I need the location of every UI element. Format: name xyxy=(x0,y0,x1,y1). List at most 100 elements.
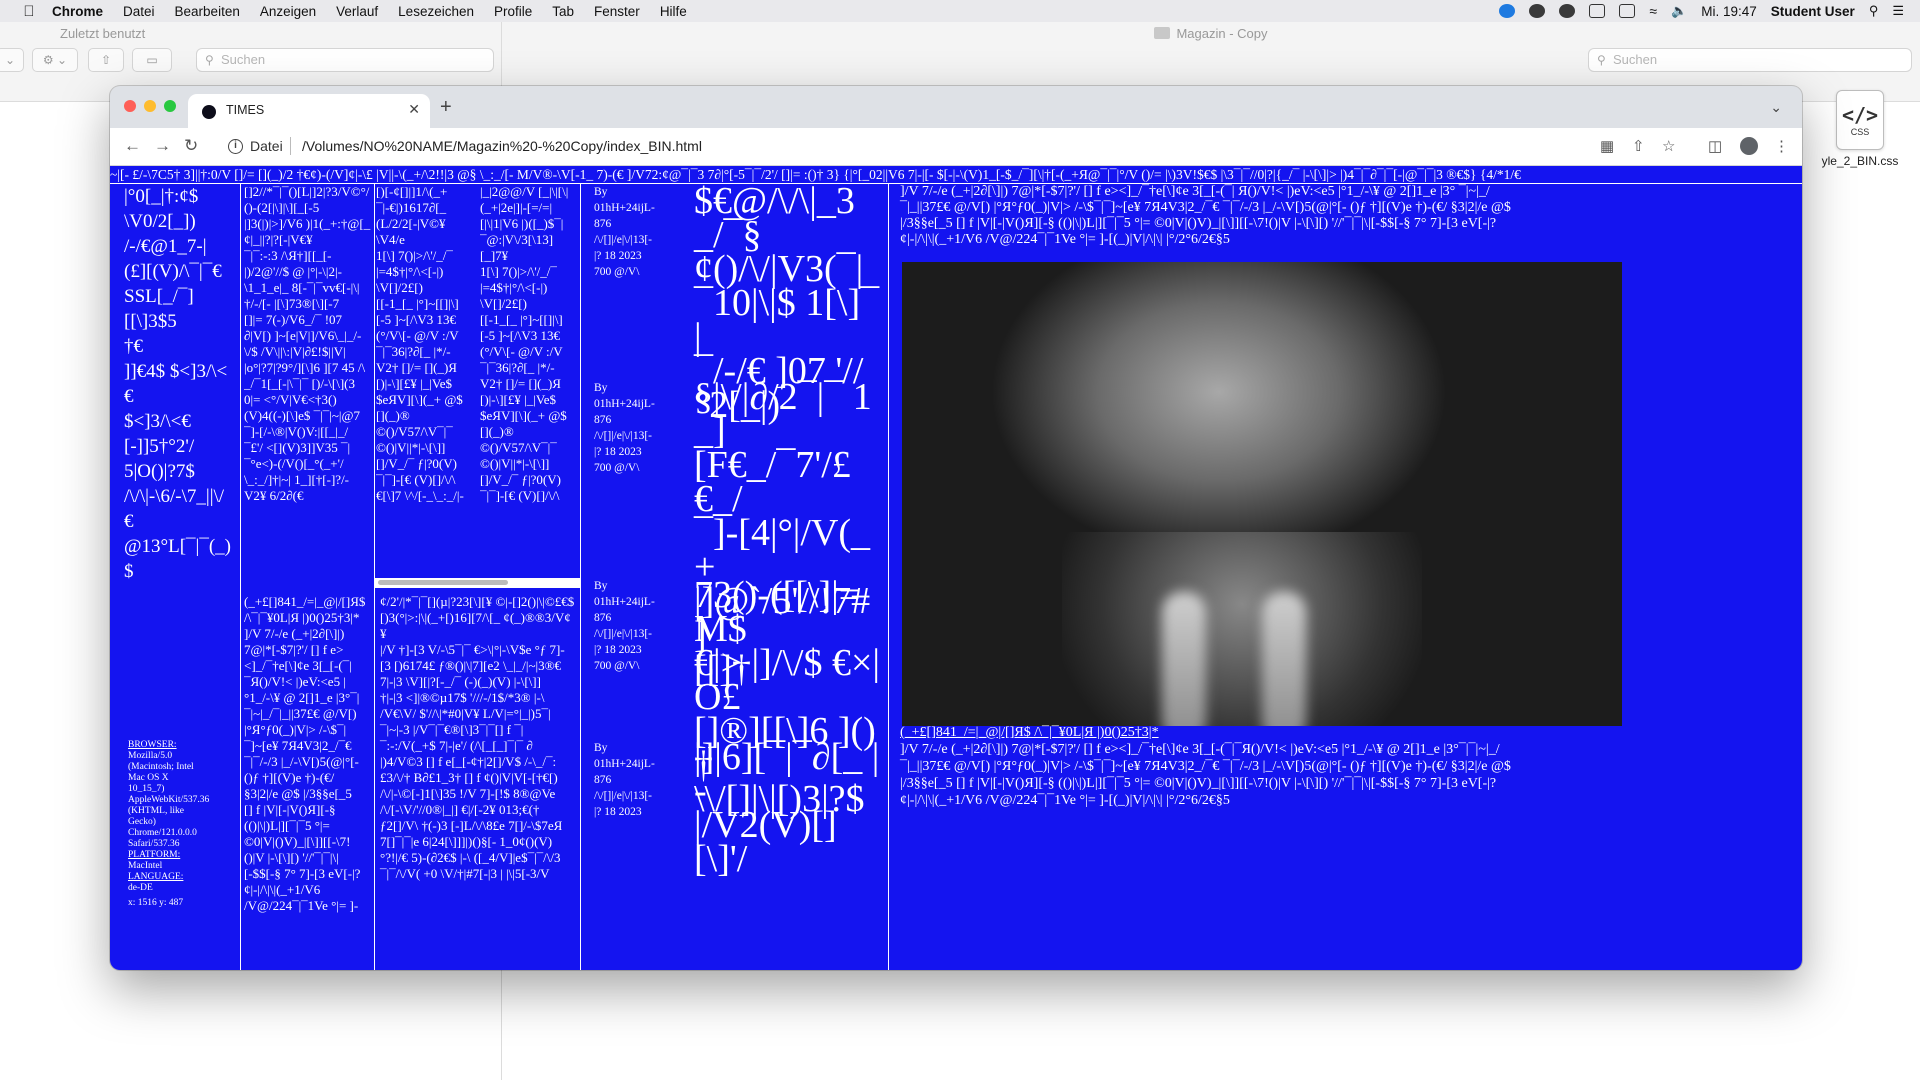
language-label: LANGUAGE: xyxy=(128,872,184,882)
finder-search-right[interactable]: ⚲ Suchen xyxy=(1588,48,1912,72)
menu-profile[interactable]: Profile xyxy=(484,4,542,19)
search-icon: ⚲ xyxy=(205,53,214,67)
column-divider xyxy=(888,184,889,970)
minimize-window-button[interactable] xyxy=(144,100,156,112)
menu-datei[interactable]: Datei xyxy=(113,4,165,19)
feed-subcolumn-b: |_|2@@/V [_|\|[\| (_+|2e|]|-[=/=| [|\|1|… xyxy=(480,184,569,503)
translate-icon[interactable]: ▦ xyxy=(1600,137,1614,155)
page-viewport: ~|[- £/-\7C5† 3]||†:0/V []/= [](_)/2 †€¢… xyxy=(110,166,1802,970)
column-articles: []2//*¯|¯()[L|]2|?3/V©°/ ()-(2[|\]|\][_[… xyxy=(244,184,374,970)
column-feed: [)[-¢[]|]1/\(_+ ¯|-€|)1617∂[_ (L/2/2[-|V… xyxy=(374,184,580,970)
column-divider xyxy=(240,184,241,970)
platform-label: PLATFORM: xyxy=(128,850,181,860)
story-byline: By 01hH+24ijL- 876 /\/[]|/e|\/|13[- |? 1… xyxy=(594,186,655,278)
browser-info-panel: BROWSER: Mozilla/5.0 (Macintosh; Intel M… xyxy=(128,740,210,909)
search-placeholder: Suchen xyxy=(221,52,266,67)
toolbar: ← → ↻ i Datei /Volumes/NO%20NAME/Magazin… xyxy=(110,128,1802,166)
close-tab-icon[interactable]: ✕ xyxy=(408,101,420,118)
side-panel-icon[interactable]: ◫ xyxy=(1708,137,1722,155)
story-byline: By 01hH+24ijL- 876 /\/[]|/e|\/|13[- |? 1… xyxy=(594,580,655,672)
search-placeholder: Suchen xyxy=(1613,52,1658,67)
gear-icon[interactable]: ⚙ ⌄ xyxy=(32,48,78,72)
creative-cloud-icon[interactable] xyxy=(1559,4,1576,18)
menu-tab[interactable]: Tab xyxy=(542,4,584,19)
photo-figure xyxy=(1062,532,1422,726)
browser-value: Mozilla/5.0 (Macintosh; Intel Mac OS X 1… xyxy=(128,751,210,849)
chrome-window: TIMES ✕ + ⌄ ← → ↻ i Datei /Volumes/NO%20… xyxy=(110,86,1802,970)
css-file-name: yle_2_BIN.css xyxy=(1821,154,1899,168)
horizontal-scrollbar[interactable] xyxy=(374,578,580,588)
zoom-window-button[interactable] xyxy=(164,100,176,112)
spotlight-icon[interactable]: ⚲ xyxy=(1869,3,1879,19)
volume-icon[interactable]: 🔈 xyxy=(1671,3,1687,19)
menu-hilfe[interactable]: Hilfe xyxy=(650,4,697,19)
caption-body: ]/V 7/-/e (_+|2∂[\]|) 7@|*[-$7|?'/ [] f … xyxy=(900,742,1511,808)
finder-search-left[interactable]: ⚲ Suchen xyxy=(196,48,494,72)
tab-search-icon[interactable]: ⌄ xyxy=(1770,99,1782,116)
share-icon[interactable]: ⇧ xyxy=(1632,137,1645,155)
menu-anzeigen[interactable]: Anzeigen xyxy=(250,4,326,19)
menu-bar:  Chrome Datei Bearbeiten Anzeigen Verla… xyxy=(0,0,1920,22)
wifi-icon[interactable]: ≈ xyxy=(1649,3,1657,19)
story-headline[interactable]: |]|6][¯|¯∂[_ |- |/V2(V)[][\]'/ xyxy=(694,738,880,878)
css-file-icon: </> CSS xyxy=(1836,90,1884,150)
view-options-button[interactable]: ⌄ xyxy=(0,48,24,72)
photo-leg-left xyxy=(1162,592,1206,726)
caption-title[interactable]: (_+£[]841_/=|_@|/[]Я$ /\¯|¯¥0L|Я |)0()25… xyxy=(900,724,1800,741)
language-value: de-DE xyxy=(128,883,153,893)
articles-bottom-text: (_+£[]841_/=|_@|/[]Я$ /\¯|¯¥0L|Я |)0()25… xyxy=(244,594,366,913)
photo-caption: (_+£[]841_/=|_@|/[]Я$ /\¯|¯¥0L|Я |)0()25… xyxy=(900,724,1800,809)
menubar-clock[interactable]: Mi. 19:47 xyxy=(1701,4,1757,19)
back-icon[interactable]: ← xyxy=(124,136,141,156)
tag-icon[interactable]: ▭ xyxy=(132,48,172,72)
forward-icon[interactable]: → xyxy=(154,136,171,156)
finder-title-text: Magazin - Copy xyxy=(1176,26,1268,41)
scrollbar-thumb[interactable] xyxy=(378,580,508,585)
column-stories: By 01hH+24ijL- 876 /\/[]|/e|\/|13[- |? 1… xyxy=(580,184,880,970)
profile-avatar-icon[interactable] xyxy=(1740,137,1758,155)
printer-icon[interactable] xyxy=(1589,4,1606,18)
url-separator xyxy=(290,137,291,155)
menu-fenster[interactable]: Fenster xyxy=(584,4,650,19)
column-feature: ]/V 7/-/e (_+|2∂[\]|) 7@|*[-$7|?'/ [] f … xyxy=(892,184,1802,970)
menu-app-name[interactable]: Chrome xyxy=(42,4,113,19)
photo-leg-right xyxy=(1262,592,1306,726)
search-icon: ⚲ xyxy=(1597,53,1606,67)
share-icon[interactable]: ⇧ xyxy=(88,48,124,72)
url-scheme[interactable]: Datei xyxy=(250,138,283,154)
address-bar[interactable]: /Volumes/NO%20NAME/Magazin%20-%20Copy/in… xyxy=(302,138,702,154)
feed-subcolumn-a: [)[-¢[]|]1/\(_+ ¯|-€|)1617∂[_ (L/2/2[-|V… xyxy=(376,184,464,503)
sync-status-icon[interactable] xyxy=(1499,4,1516,18)
feature-intro-text: ]/V 7/-/e (_+|2∂[\]|) 7@|*[-$7|?'/ [] f … xyxy=(900,184,1511,247)
menu-verlauf[interactable]: Verlauf xyxy=(326,4,388,19)
menubar-user[interactable]: Student User xyxy=(1771,4,1855,19)
tab-times[interactable]: TIMES ✕ xyxy=(188,94,430,128)
control-center-icon[interactable]: ☰ xyxy=(1892,3,1904,19)
bookmark-star-icon[interactable]: ☆ xyxy=(1662,137,1675,155)
display-icon[interactable] xyxy=(1619,4,1636,18)
code-icon: </> xyxy=(1841,103,1879,127)
app-status-icon[interactable] xyxy=(1529,4,1546,18)
file-ext: CSS xyxy=(1850,127,1870,137)
menu-bearbeiten[interactable]: Bearbeiten xyxy=(165,4,250,19)
new-tab-button[interactable]: + xyxy=(440,96,452,119)
recent-label: Zuletzt benutzt xyxy=(60,26,146,41)
articles-top-text: []2//*¯|¯()[L|]2|?3/V©°/ ()-(2[|\]|\][_[… xyxy=(244,184,371,503)
apple-menu-icon[interactable]:  xyxy=(16,3,42,20)
css-file-item[interactable]: </> CSS yle_2_BIN.css xyxy=(1808,90,1912,168)
feature-photo[interactable] xyxy=(902,262,1622,726)
browser-label: BROWSER: xyxy=(128,740,177,750)
reload-icon[interactable]: ↻ xyxy=(184,136,198,156)
close-window-button[interactable] xyxy=(124,100,136,112)
more-menu-icon[interactable]: ⋮ xyxy=(1774,137,1789,155)
tab-strip: TIMES ✕ + ⌄ xyxy=(110,86,1802,128)
site-info-icon[interactable]: i xyxy=(228,139,243,154)
story-byline: By 01hH+24ijL- 876 /\/[]|/e|\/|13[- |? 1… xyxy=(594,742,655,818)
menu-lesezeichen[interactable]: Lesezeichen xyxy=(388,4,484,19)
mouse-coords: x: 1516 y: 487 xyxy=(128,898,184,908)
feed-bottom-text: ¢/2'/|*¯|¯[](µ|?23[\][¥ ©|-[]2()|\|©£€$ … xyxy=(380,594,575,881)
platform-value: MacIntel xyxy=(128,861,163,871)
finder-title: Magazin - Copy xyxy=(502,26,1920,41)
news-ticker: ~|[- £/-\7C5† 3]||†:0/V []/= [](_)/2 †€¢… xyxy=(110,166,1802,184)
nav-text: |°0[_|†:¢$ \V0/2[_]) /-/€@1_7-| (£][(V)/… xyxy=(124,186,231,582)
